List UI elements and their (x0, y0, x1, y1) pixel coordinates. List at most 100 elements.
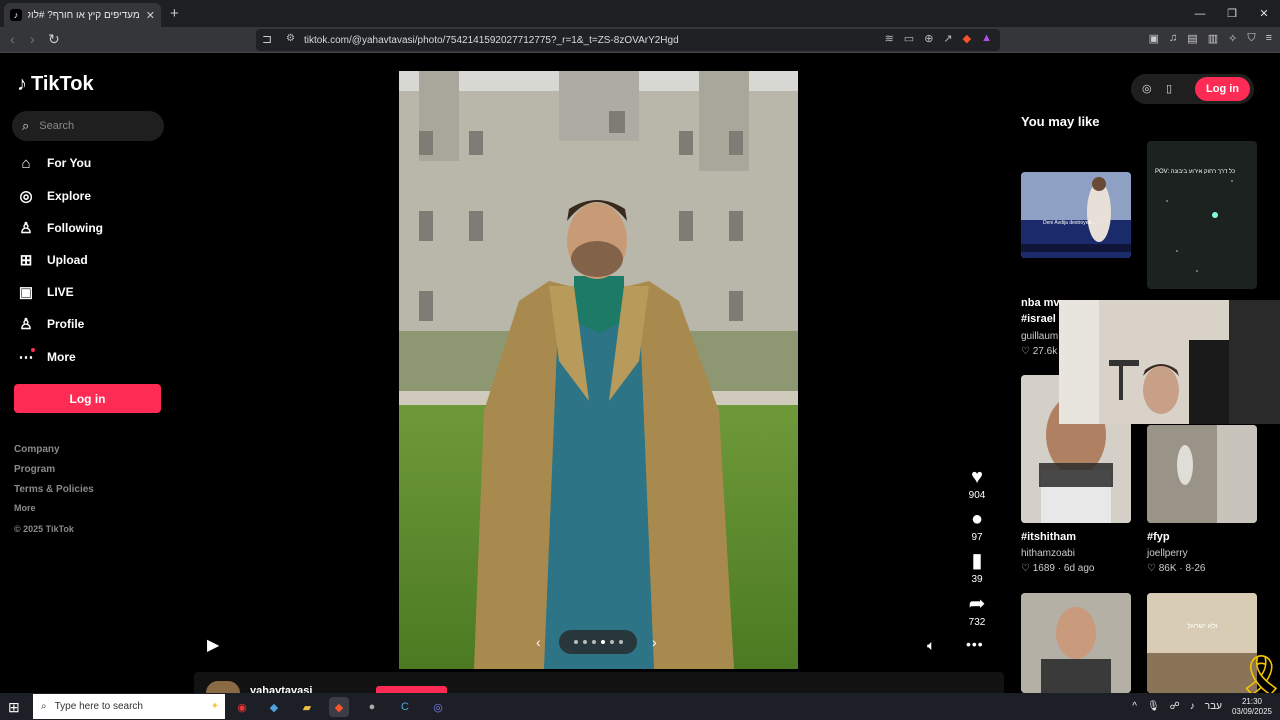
brave-browser-icon[interactable]: ◆ (329, 697, 349, 717)
reload-icon[interactable]: ↻ (48, 31, 60, 48)
site-info-icon[interactable]: ⚙ (286, 33, 295, 44)
card-title[interactable]: #fyp (1147, 531, 1170, 543)
share-icon[interactable]: ↗ (943, 32, 952, 45)
language-indicator[interactable]: עבר (1205, 701, 1222, 712)
steam-icon[interactable]: ◆ (264, 697, 284, 717)
browser-tab-bar: ♪ מעדיפים קיץ או חורף? #לוקים ש ✕ + — ❐ … (0, 0, 1280, 27)
video-thumbnail[interactable]: Deni Avdija destroyed ... (1021, 172, 1131, 258)
tiktok-logo[interactable]: ♪ TikTok (17, 73, 94, 96)
wallet-icon[interactable]: ▥ (1208, 32, 1218, 45)
cast-icon[interactable]: ▭ (904, 32, 914, 45)
compass-icon[interactable]: ◎ (1142, 82, 1152, 95)
back-icon[interactable]: ‹ (10, 31, 15, 47)
vpn-icon[interactable]: ⛉ (1247, 32, 1255, 45)
card-user[interactable]: guillaum (1021, 331, 1058, 342)
volume-icon[interactable]: 🔈︎ (927, 637, 935, 654)
nav-upload[interactable]: ⊞ Upload (17, 250, 88, 270)
like-action[interactable]: ♥ 904 (961, 466, 993, 501)
close-window-button[interactable]: ✕ (1248, 0, 1280, 27)
nav-label: Following (47, 221, 103, 235)
share-arrow-icon: ➦ (968, 593, 986, 615)
profile-icon: ♙ (19, 316, 33, 333)
nav-explore[interactable]: ◎ Explore (17, 186, 91, 206)
footer-company-link[interactable]: Company (14, 444, 60, 455)
file-explorer-icon[interactable]: ▰ (297, 697, 317, 717)
address-bar[interactable]: ⊐ ⚙ tiktok.com/@yahavtavasi/photo/754214… (256, 29, 1000, 51)
nav-following[interactable]: ♙ Following (17, 218, 103, 238)
following-icon: ♙ (19, 220, 33, 237)
browser-tab[interactable]: ♪ מעדיפים קיץ או חורף? #לוקים ש ✕ (4, 3, 161, 27)
nav-profile[interactable]: ♙ Profile (17, 314, 84, 334)
carousel-next-icon[interactable]: › (652, 634, 657, 650)
comment-action[interactable]: ● 97 (961, 508, 993, 543)
carousel-dot[interactable] (574, 640, 578, 644)
play-icon[interactable]: ▶ (207, 635, 219, 655)
carousel-dot[interactable] (583, 640, 587, 644)
forward-icon[interactable]: › (30, 31, 35, 47)
webcam-image (1059, 300, 1280, 424)
minimize-button[interactable]: — (1184, 0, 1216, 27)
tab-close-icon[interactable]: ✕ (146, 9, 155, 22)
nav-more[interactable]: ⋯ More (17, 347, 76, 367)
nav-label: Profile (47, 317, 85, 331)
video-thumbnail[interactable]: POV: כל דרך רחוק אירוע ביבונה (1147, 141, 1257, 289)
phone-icon[interactable]: ▯ (1166, 82, 1172, 95)
reader-icon[interactable]: ▤ (1187, 32, 1197, 45)
taskbar-search-input[interactable]: ⌕ Type here to search ✦ (33, 694, 225, 719)
tiktok-favicon-icon: ♪ (10, 9, 22, 21)
nav-live[interactable]: ▣ LIVE (17, 282, 74, 302)
network-icon[interactable]: ☍ (1170, 701, 1180, 712)
post-photo[interactable] (399, 71, 798, 669)
card-stat: ♡ 27.6k (1021, 346, 1058, 357)
carousel-prev-icon[interactable]: ‹ (536, 634, 541, 650)
bookmark-icon[interactable]: ⊐ (262, 32, 272, 46)
card-title[interactable]: nba mv (1021, 297, 1060, 309)
thumbnail-image (1147, 425, 1257, 523)
more-options-icon[interactable]: ••• (966, 636, 984, 652)
clock[interactable]: 21:30 03/09/2025 (1232, 697, 1272, 717)
music-icon[interactable]: ♫ (1169, 32, 1177, 45)
carousel-dot[interactable] (610, 640, 614, 644)
tray-chevron-icon[interactable]: ^ (1132, 701, 1137, 712)
save-action[interactable]: ▮ 39 (961, 550, 993, 585)
sidebar-panel-icon[interactable]: ▣ (1149, 32, 1159, 45)
discord-icon[interactable]: ◎ (428, 697, 448, 717)
card-user[interactable]: joellperry (1147, 548, 1188, 559)
card-title[interactable]: #itshitham (1021, 531, 1076, 543)
menu-icon[interactable]: ≡ (1266, 32, 1272, 45)
video-thumbnail[interactable] (1021, 593, 1131, 693)
app-icon-red[interactable]: ◉ (232, 697, 252, 717)
new-tab-button[interactable]: + (170, 5, 179, 22)
brave-rewards-icon[interactable]: ▲ (981, 32, 992, 45)
windows-start-icon[interactable]: ⊞ (8, 699, 20, 716)
card-user[interactable]: hithamzoabi (1021, 548, 1075, 559)
volume-tray-icon[interactable]: ♪ (1190, 701, 1195, 712)
footer-program-link[interactable]: Program (14, 464, 55, 475)
restore-button[interactable]: ❐ (1216, 0, 1248, 27)
search-input[interactable]: ⌕ Search (12, 111, 164, 141)
share-action[interactable]: ➦ 732 (961, 593, 993, 628)
app-icon-c[interactable]: C (395, 697, 415, 717)
microphone-icon[interactable]: 🎙︎ (1147, 701, 1160, 712)
footer-terms-link[interactable]: Terms & Policies (14, 484, 94, 495)
ai-icon[interactable]: ✧ (1228, 32, 1237, 45)
home-icon: ⌂ (21, 154, 31, 172)
footer-more-link[interactable]: More (14, 503, 36, 513)
brave-shield-icon[interactable]: ◆ (963, 32, 971, 45)
search-icon: ⌕ (22, 118, 30, 133)
card-likes: 1689 (1032, 563, 1055, 574)
card-tags[interactable]: #israel (1021, 313, 1056, 325)
translate-icon[interactable]: ≋ (885, 32, 894, 45)
tab-title: מעדיפים קיץ או חורף? #לוקים ש (28, 9, 140, 21)
zoom-icon[interactable]: ⊕ (924, 32, 933, 45)
header-login-button[interactable]: Log in (1195, 77, 1250, 101)
bookmark-icon: ▮ (971, 550, 983, 572)
nav-for-you[interactable]: ⌂ For You (17, 153, 91, 173)
app-icon-gray[interactable]: ● (362, 697, 382, 717)
carousel-dot[interactable] (619, 640, 623, 644)
login-button[interactable]: Log in (14, 384, 161, 413)
carousel-dot-active[interactable] (601, 640, 605, 644)
carousel-dot[interactable] (592, 640, 596, 644)
card-likes: 86K (1158, 563, 1177, 574)
video-thumbnail[interactable] (1147, 425, 1257, 523)
